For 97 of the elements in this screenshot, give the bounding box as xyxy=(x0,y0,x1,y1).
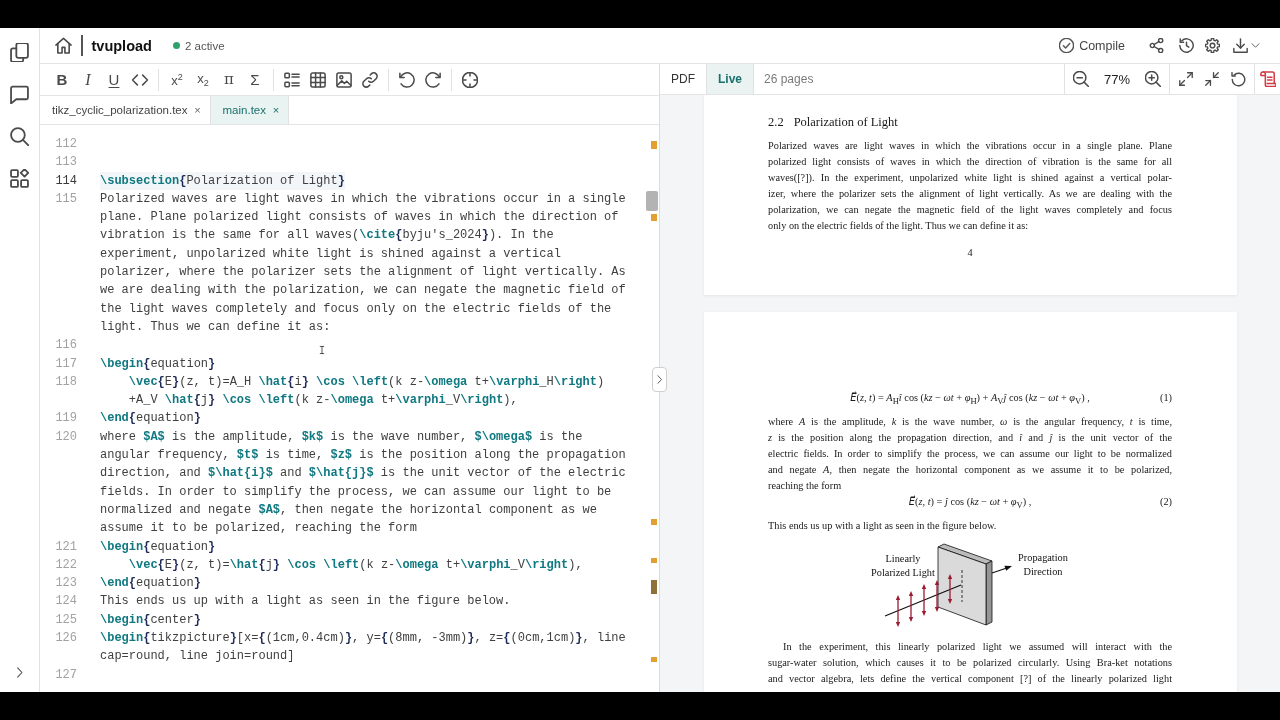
chat-icon xyxy=(10,84,29,104)
undo-icon xyxy=(399,71,415,88)
polarization-arrow xyxy=(921,584,927,616)
project-name: tvupload xyxy=(91,37,152,54)
line-number: 122 xyxy=(55,557,77,572)
zoom-level-button[interactable]: 77% xyxy=(1094,66,1140,92)
line-number: 112 xyxy=(55,137,77,151)
search-icon xyxy=(10,126,29,146)
line-number: 115 xyxy=(55,191,77,206)
polarization-arrow xyxy=(934,580,940,612)
code-line: \begin{equation} xyxy=(100,355,216,373)
home-icon xyxy=(54,37,72,54)
link-icon xyxy=(362,71,378,88)
line-number: 121 xyxy=(55,539,77,554)
line-number: 126 xyxy=(55,631,77,645)
subscript-button[interactable]: x$_{2}$ xyxy=(190,66,216,93)
bold-button[interactable]: B xyxy=(49,66,75,93)
change-marker-icon xyxy=(651,214,657,221)
change-marker-icon xyxy=(651,580,657,594)
file-tab[interactable]: tikz_cyclic_polarization.tex × xyxy=(40,96,211,124)
chevron-right-icon xyxy=(655,375,664,384)
page-count: 26 pages xyxy=(764,72,814,86)
caret-icon xyxy=(1251,41,1260,50)
code-line: \vec{E}(z, t)=\hat{j} \cos \left(k z-\omega t+\varphi_V\right), xyxy=(128,556,583,574)
section-number: 2.2 xyxy=(768,114,784,130)
direction-arrow xyxy=(991,565,1012,574)
chevron-right-icon xyxy=(14,666,25,678)
download-icon xyxy=(1233,38,1248,53)
compile-button[interactable]: Compile xyxy=(1053,32,1131,59)
superscript-button[interactable]: x$^{2}$ xyxy=(164,66,190,93)
equation-number: (1) xyxy=(1160,391,1172,405)
line-number: 125 xyxy=(55,612,77,627)
line-number: 113 xyxy=(55,155,77,170)
equation: E⃗(z, t) = ĵ cos (kz − ωt + φ$_{V}$) , xyxy=(908,494,1032,513)
files-icon xyxy=(10,42,29,62)
greek-button[interactable]: π xyxy=(216,66,242,93)
polarization-arrow xyxy=(895,595,901,627)
code-line: \end{equation} xyxy=(100,410,201,428)
close-tab-button[interactable]: × xyxy=(270,102,282,118)
history-icon xyxy=(1178,38,1194,53)
line-number: 124 xyxy=(55,594,77,609)
line-number: 114 xyxy=(55,173,77,188)
close-tab-button[interactable]: × xyxy=(191,102,204,118)
figure-label: Linearly Polarized Light xyxy=(871,552,935,579)
settings-icon xyxy=(1204,38,1220,53)
line-number: 117 xyxy=(55,356,77,371)
reload-icon xyxy=(1230,71,1246,87)
code-line: \begin{tikzpicture}[x={(1cm,0.4cm)}, y={(8mm, -3mm)}, z={(0cm,1cm)}, line cap=round, line join=round] xyxy=(100,630,627,666)
math-button[interactable]: Σ xyxy=(242,66,268,93)
code-line: This ends us up with a light as seen in the figure below. xyxy=(100,593,511,611)
shrink-icon xyxy=(1205,72,1219,86)
code-icon xyxy=(132,71,148,88)
check-circle-icon xyxy=(1059,38,1075,53)
line-number: 116 xyxy=(55,338,77,353)
paragraph: This ends us up with a light as seen in the figure below. xyxy=(768,519,998,533)
plate-center-line xyxy=(961,569,963,603)
presence-label: 2 active xyxy=(184,39,225,52)
code-line: \begin{center} xyxy=(100,611,201,629)
scrollbar-thumb[interactable] xyxy=(646,191,658,211)
change-marker-icon xyxy=(651,141,657,149)
zoom-in-icon xyxy=(1145,71,1161,87)
polarization-arrow xyxy=(908,591,914,622)
code-line: \begin{equation} xyxy=(100,538,216,556)
scroll-icon xyxy=(1260,71,1276,87)
redo-icon xyxy=(425,71,441,88)
expand-icon xyxy=(1179,72,1193,86)
line-number: 123 xyxy=(55,576,77,591)
change-marker-icon xyxy=(651,558,657,563)
change-marker-icon xyxy=(651,519,657,525)
zoom-out-icon xyxy=(1073,71,1089,87)
list-icon xyxy=(284,71,300,88)
change-marker-icon xyxy=(651,657,657,662)
paragraph: Polarized waves are light waves in which the vibrations occur in a single plane. Plane polarized light consists of waves in which the direction of vibration is the same for all waves([?]). In the experiment, unpolarized white light is shined against a vertical polar- izer, where the polarizer sets the alignment of light vertically. As we are dealing with the polarization, we can negate the magnetic field of the light waves completely and focus only on the electric fields of the light. Thus we can define it as: xyxy=(768,139,1172,233)
toggle-pdf-button[interactable] xyxy=(652,367,667,392)
line-number: 119 xyxy=(55,411,77,426)
equation: E⃗(z, t) = A$_{H}$î cos (kz − ωt + φ$_{H}$) + A$_{V}$ĵ cos (kz − ωt + φ$_{V}$) , xyxy=(850,390,1090,409)
line-number: 120 xyxy=(55,429,77,444)
line-number: 127 xyxy=(55,667,77,682)
page-number: 4 xyxy=(967,247,973,258)
line-number: 118 xyxy=(55,374,77,389)
blocks-icon xyxy=(10,168,29,188)
view-tab[interactable]: Live xyxy=(707,64,754,94)
image-icon xyxy=(336,71,352,88)
presence-dot-icon xyxy=(172,42,180,49)
file-tab[interactable]: main.tex × xyxy=(210,96,289,124)
table-icon xyxy=(310,71,326,88)
italic-button[interactable]: I xyxy=(75,66,101,93)
equation-number: (2) xyxy=(1160,495,1172,509)
crosshair-icon xyxy=(462,71,478,88)
paragraph: In the experiment, this linearly polarized light we assumed will interact with the sugar-water solution, which causes it to be polarized circularly. Using Bra-ket notations and vector algebra, lets define the vertical component [?] of the linearly polarized light xyxy=(768,640,1172,686)
share-icon xyxy=(1148,38,1164,53)
code-line: Polarized waves are light waves in which the vibrations occur in a single plane. Plane polarized light consists of waves in which the direction of vibration is the same for all waves(\cite{byju's_2024}). In the experiment, unpolarized white light is shined against a vertical polarizer, where the polarizer sets the alignment of light vertically. As we are dealing with the polarization, we can negate the magnetic field of the light waves completely and focus only on the electric fields of the light. Thus we can define it as: xyxy=(100,190,627,336)
section-title: Polarization of Light xyxy=(793,114,898,130)
code-line: \end{equation} xyxy=(100,575,201,593)
figure-label: Propagation Direction xyxy=(1018,551,1068,578)
underline-button[interactable]: U xyxy=(101,66,127,93)
polarization-arrow xyxy=(947,574,953,604)
